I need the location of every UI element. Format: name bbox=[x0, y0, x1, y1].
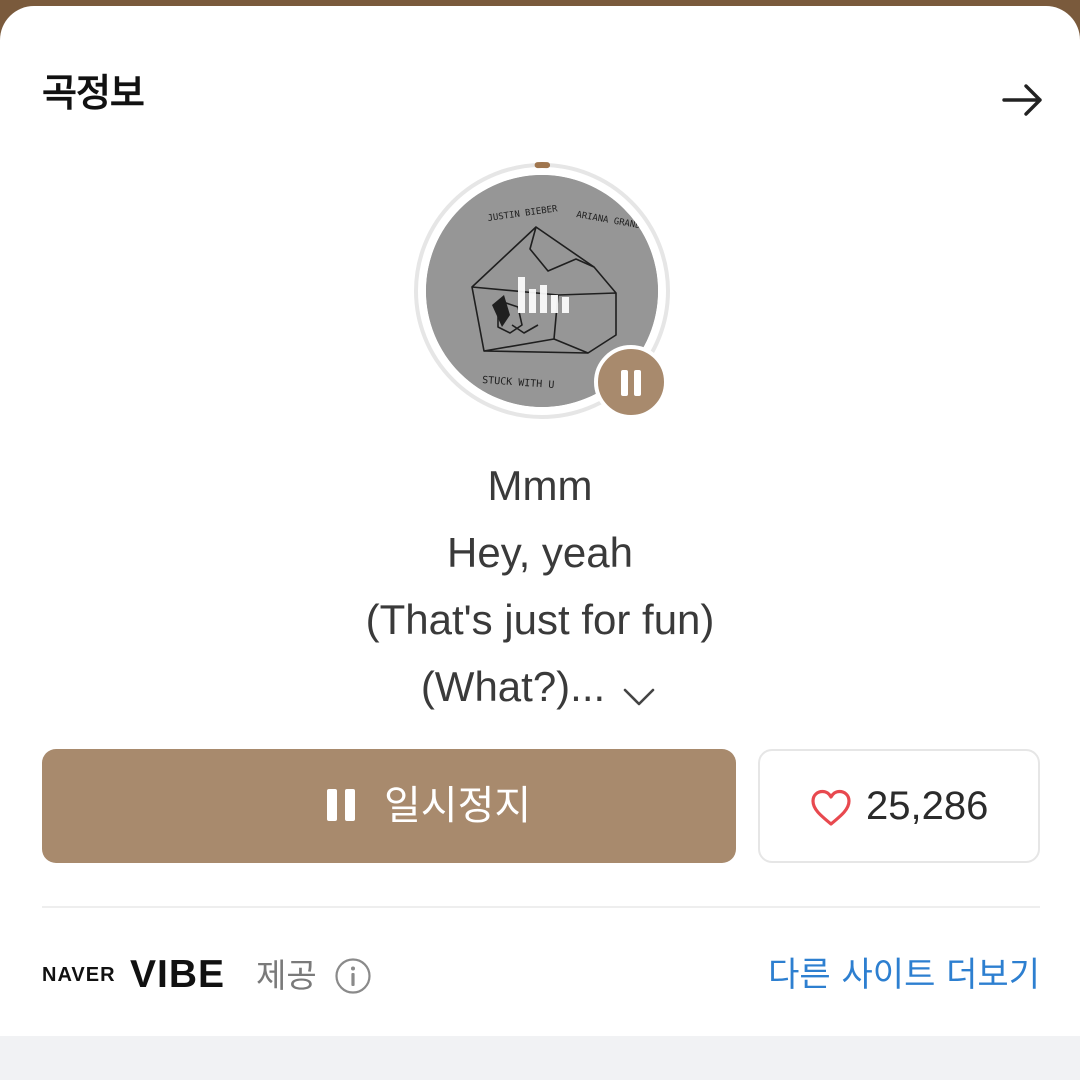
lyric-line-text: (What?)... bbox=[420, 663, 606, 710]
lyric-line: Mmm bbox=[487, 462, 593, 509]
lyrics-preview[interactable]: Mmm Hey, yeah (That's just for fun) (Wha… bbox=[0, 452, 1080, 720]
mini-pause-button[interactable] bbox=[594, 345, 668, 419]
like-count: 25,286 bbox=[866, 784, 989, 828]
pause-icon bbox=[327, 789, 355, 821]
lyric-line: (That's just for fun) bbox=[365, 596, 715, 643]
pause-button[interactable]: 일시정지 bbox=[42, 749, 736, 863]
arrow-right-icon[interactable] bbox=[996, 74, 1048, 126]
song-info-card: 곡정보 JUSTIN BIEBER ARIANA GRANDE STUCK WI… bbox=[0, 6, 1080, 1036]
more-sites-link[interactable]: 다른 사이트 더보기 bbox=[768, 952, 1040, 998]
section-title: 곡정보 bbox=[42, 71, 145, 115]
provide-label: 제공 bbox=[256, 956, 317, 995]
naver-logo-text: NAVER bbox=[42, 964, 116, 986]
like-button[interactable]: 25,286 bbox=[758, 749, 1040, 863]
pause-button-label: 일시정지 bbox=[384, 783, 532, 829]
divider bbox=[42, 906, 1040, 908]
album-player: JUSTIN BIEBER ARIANA GRANDE STUCK WITH U bbox=[410, 159, 674, 423]
bottom-divider-strip bbox=[0, 1036, 1080, 1080]
lyric-line: Hey, yeah bbox=[447, 529, 633, 576]
heart-icon bbox=[811, 789, 851, 826]
info-icon[interactable] bbox=[334, 957, 372, 995]
vibe-logo-text: VIBE bbox=[130, 953, 226, 996]
lyric-line-last: (What?)... bbox=[0, 653, 1080, 720]
chevron-down-icon[interactable] bbox=[619, 670, 659, 710]
pause-icon bbox=[621, 370, 641, 396]
